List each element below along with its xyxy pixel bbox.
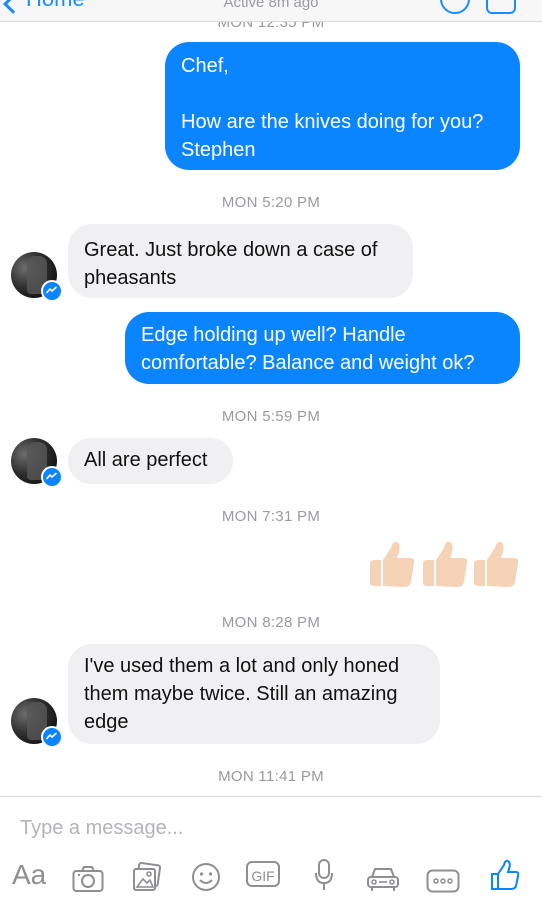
message-incoming[interactable]: All are perfect [68,438,233,484]
messenger-badge-icon [41,466,63,488]
like-icon[interactable] [490,857,520,893]
timestamp: MON 5:59 PM [221,408,321,425]
photo-icon[interactable] [132,859,162,895]
messenger-badge-icon [41,726,63,748]
avatar[interactable] [11,438,63,488]
thumbs-up-icon [423,541,468,587]
timestamp: MON 5:20 PM [221,194,321,211]
more-icon[interactable] [426,863,460,899]
timestamp: MON 7:31 PM [221,508,321,525]
emoji-icon[interactable] [191,859,221,895]
camera-icon[interactable] [72,861,104,897]
timestamp: MON 8:28 PM [221,614,321,631]
message-incoming[interactable]: I've used them a lot and only honed them… [68,644,440,744]
microphone-icon[interactable] [314,857,334,893]
message-incoming[interactable]: Great. Just broke down a case of pheasan… [68,224,413,298]
timestamp: MON 11:41 PM [218,768,324,785]
gif-icon[interactable]: GIF [246,861,280,887]
avatar[interactable] [11,698,63,748]
message-input[interactable]: Type a message... [20,817,183,840]
thumbs-up-icon [370,541,415,587]
composer-toolbar: Aa GIF [0,857,542,897]
phone-icon[interactable] [440,0,470,14]
car-icon[interactable] [366,861,400,897]
avatar[interactable] [11,252,63,302]
aa-icon[interactable]: Aa [12,859,46,895]
thumbs-up-icon [474,541,519,587]
messenger-badge-icon [41,280,63,302]
message-outgoing[interactable]: Chef, How are the knives doing for you? … [165,42,520,170]
info-icon[interactable] [486,0,516,14]
message-outgoing[interactable]: Edge holding up well? Handle comfortable… [125,312,520,384]
conversation-header: Home Active 8m ago [0,0,542,22]
composer: Type a message... Aa GIF [0,796,542,901]
